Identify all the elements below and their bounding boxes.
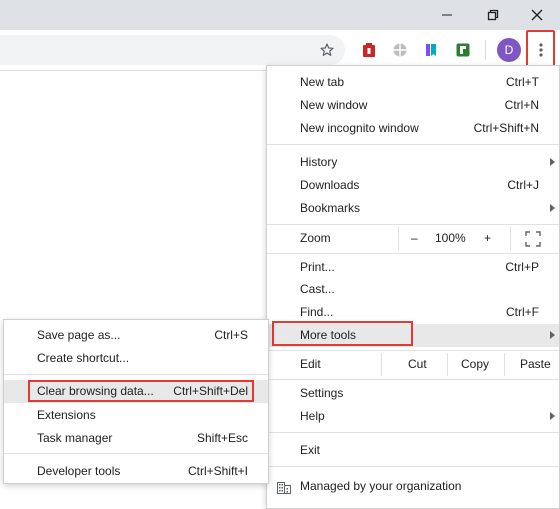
- close-window-button[interactable]: [514, 0, 560, 30]
- submenu-item-create-shortcut[interactable]: Create shortcut...: [4, 347, 268, 370]
- title-bar: [0, 0, 560, 30]
- fullscreen-icon[interactable]: [525, 231, 541, 247]
- menu-item-cast[interactable]: Cast...: [267, 278, 559, 301]
- menu-item-help[interactable]: Help: [267, 405, 559, 428]
- close-icon: [531, 9, 543, 21]
- menu-item-new-tab[interactable]: New tab Ctrl+T: [267, 71, 559, 94]
- star-icon[interactable]: [316, 39, 338, 61]
- menu-divider: [4, 374, 268, 375]
- menu-button-highlight: [526, 30, 555, 67]
- submenu-item-developer-tools[interactable]: Developer tools Ctrl+Shift+I: [4, 460, 268, 483]
- menu-divider: [267, 379, 559, 380]
- building-icon: [277, 482, 291, 494]
- submenu-arrow-icon: [550, 331, 555, 339]
- profile-avatar[interactable]: D: [497, 38, 521, 62]
- chrome-main-menu: New tab Ctrl+T New window Ctrl+N New inc…: [266, 65, 560, 509]
- bookmark-extension-icon[interactable]: [420, 39, 442, 61]
- menu-item-downloads[interactable]: Downloads Ctrl+J: [267, 174, 559, 197]
- minimize-button[interactable]: [424, 0, 470, 30]
- menu-item-bookmarks[interactable]: Bookmarks: [267, 197, 559, 220]
- menu-divider: [267, 466, 559, 467]
- menu-item-history[interactable]: History: [267, 151, 559, 174]
- paste-button[interactable]: Paste: [520, 357, 551, 371]
- restore-icon: [487, 9, 499, 21]
- zoom-level: 100%: [435, 231, 466, 245]
- menu-item-print[interactable]: Print... Ctrl+P: [267, 256, 559, 279]
- zoom-out-button[interactable]: –: [411, 231, 418, 245]
- toolbar-divider: [485, 40, 486, 60]
- submenu-arrow-icon: [550, 204, 555, 212]
- cut-button[interactable]: Cut: [408, 357, 427, 371]
- menu-divider: [267, 224, 559, 225]
- menu-divider: [267, 144, 559, 145]
- submenu-arrow-icon: [550, 158, 555, 166]
- submenu-item-save-page[interactable]: Save page as... Ctrl+S: [4, 324, 268, 347]
- menu-item-settings[interactable]: Settings: [267, 382, 559, 405]
- restore-button[interactable]: [470, 0, 516, 30]
- more-tools-highlight: [272, 321, 413, 346]
- menu-item-new-window[interactable]: New window Ctrl+N: [267, 94, 559, 117]
- submenu-item-extensions[interactable]: Extensions: [4, 404, 268, 427]
- minimize-icon: [442, 14, 452, 16]
- menu-item-new-incognito[interactable]: New incognito window Ctrl+Shift+N: [267, 117, 559, 140]
- address-bar[interactable]: [0, 35, 345, 65]
- copy-button[interactable]: Copy: [461, 357, 489, 371]
- clear-browsing-highlight: [28, 380, 254, 402]
- menu-divider: [267, 350, 559, 351]
- menu-item-managed[interactable]: Managed by your organization: [267, 475, 559, 498]
- submenu-item-task-manager[interactable]: Task manager Shift+Esc: [4, 427, 268, 450]
- menu-divider: [267, 253, 559, 254]
- menu-item-edit: Edit Cut Copy Paste: [267, 353, 559, 376]
- menu-item-zoom: Zoom – 100% +: [267, 227, 559, 250]
- menu-divider: [4, 453, 268, 454]
- green-extension-icon[interactable]: [452, 39, 474, 61]
- gray-globe-extension-icon[interactable]: [389, 39, 411, 61]
- red-extension-icon[interactable]: [358, 39, 380, 61]
- submenu-arrow-icon: [550, 412, 555, 420]
- menu-item-exit[interactable]: Exit: [267, 439, 559, 462]
- zoom-in-button[interactable]: +: [484, 231, 491, 245]
- menu-divider: [267, 432, 559, 433]
